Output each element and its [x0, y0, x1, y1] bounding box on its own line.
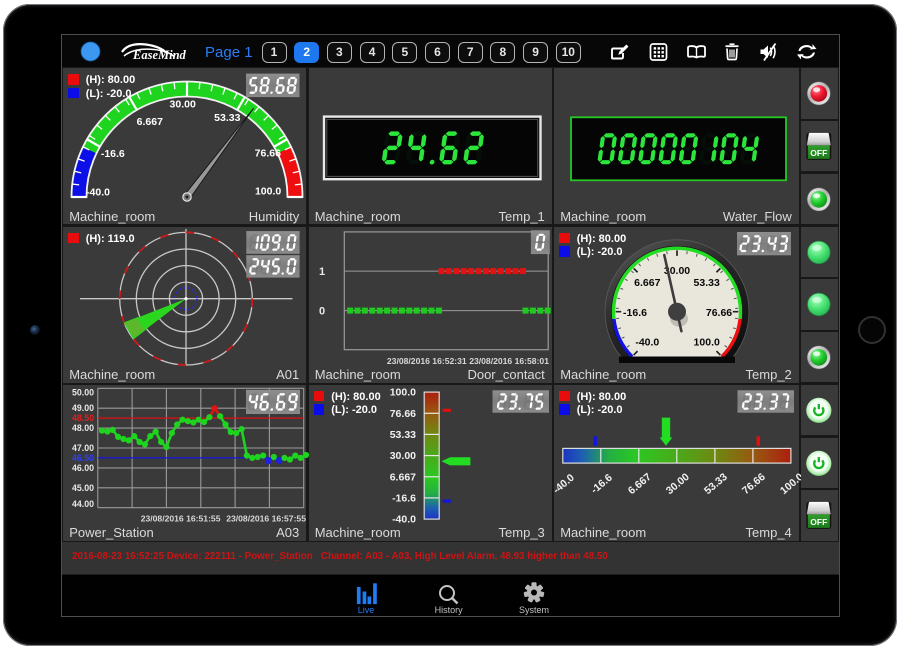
svg-text:0: 0 [319, 305, 325, 317]
svg-text:100.0: 100.0 [694, 336, 720, 348]
svg-text:53.33: 53.33 [702, 471, 730, 497]
svg-text:1: 1 [319, 266, 325, 278]
svg-text:100.0: 100.0 [389, 386, 415, 398]
svg-text:-40.0: -40.0 [86, 187, 110, 199]
svg-text:76.66: 76.66 [255, 148, 281, 160]
svg-text:OFF: OFF [810, 148, 827, 158]
svg-text:23/08/2016 16:57:55: 23/08/2016 16:57:55 [226, 513, 306, 523]
svg-text:100.0: 100.0 [255, 186, 281, 198]
svg-text:50.00: 50.00 [72, 387, 94, 397]
svg-text:-16.6: -16.6 [623, 306, 647, 318]
svg-text:-40.0: -40.0 [392, 513, 416, 525]
svg-text:49.00: 49.00 [72, 403, 94, 413]
svg-text:23/08/2016 16:52:31: 23/08/2016 16:52:31 [387, 356, 467, 366]
svg-text:47.00: 47.00 [72, 443, 94, 453]
svg-text:-40.0: -40.0 [636, 336, 660, 348]
svg-text:48.00: 48.00 [72, 423, 94, 433]
svg-text:6.667: 6.667 [389, 471, 415, 483]
svg-text:-16.6: -16.6 [589, 472, 615, 497]
svg-text:76.66: 76.66 [706, 306, 732, 318]
svg-text:6.667: 6.667 [634, 277, 660, 289]
svg-text:48.50: 48.50 [72, 413, 94, 423]
svg-text:45.00: 45.00 [72, 483, 94, 493]
svg-text:44.00: 44.00 [72, 499, 94, 509]
svg-text:76.66: 76.66 [740, 471, 768, 497]
svg-text:53.33: 53.33 [389, 429, 415, 441]
svg-text:6.667: 6.667 [626, 471, 654, 497]
svg-text:100.0: 100.0 [778, 471, 801, 497]
svg-text:30.00: 30.00 [664, 471, 692, 497]
svg-text:-40.0: -40.0 [554, 472, 577, 497]
svg-text:76.66: 76.66 [389, 408, 415, 420]
svg-text:6.667: 6.667 [137, 116, 163, 128]
svg-text:System: System [519, 605, 549, 615]
svg-text:History: History [435, 605, 464, 615]
svg-text:23/08/2016 16:51:55: 23/08/2016 16:51:55 [141, 513, 221, 523]
svg-text:-16.6: -16.6 [392, 492, 416, 504]
svg-text:23/08/2016 16:58:01: 23/08/2016 16:58:01 [469, 356, 549, 366]
svg-text:53.33: 53.33 [214, 112, 240, 124]
svg-text:30.00: 30.00 [389, 450, 415, 462]
svg-text:53.33: 53.33 [694, 277, 720, 289]
svg-text:30.00: 30.00 [170, 99, 196, 111]
svg-text:Live: Live [358, 605, 375, 615]
svg-text:46.00: 46.00 [72, 463, 94, 473]
svg-text:OFF: OFF [810, 517, 827, 527]
svg-text:46.50: 46.50 [72, 453, 94, 463]
svg-text:-16.6: -16.6 [101, 148, 125, 160]
